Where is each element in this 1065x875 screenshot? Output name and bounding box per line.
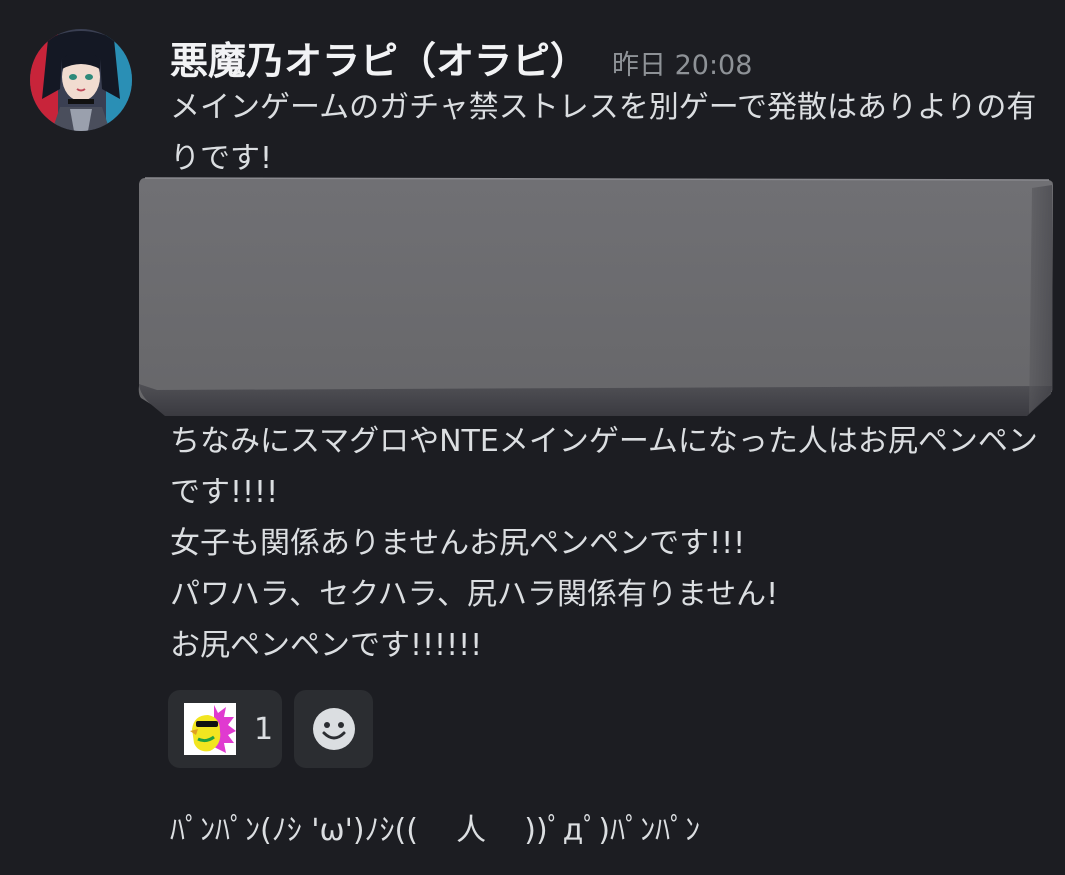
reactions-bar: 1 [168, 690, 373, 768]
next-message-text: ﾊﾟﾝﾊﾟﾝ(ﾉｼ 'ω')ﾉｼ(( 人 ))ﾟдﾟ)ﾊﾟﾝﾊﾟﾝ [170, 813, 701, 848]
reaction-count: 1 [254, 711, 274, 747]
reaction-yellow-bird[interactable]: 1 [168, 690, 282, 768]
message-text-before: メインゲームのガチャ禁ストレスを別ゲーで発散はありよりの有りです! [170, 90, 1037, 176]
message-header: 悪魔乃オラピ（オラピ） 昨日 20:08 [170, 30, 752, 83]
author-name[interactable]: 悪魔乃オラピ（オラピ） [170, 30, 588, 85]
add-reaction-button[interactable] [294, 690, 373, 768]
author-avatar[interactable] [30, 29, 132, 131]
gray-box-image-icon [138, 177, 1053, 416]
add-reaction-smiley-icon [312, 708, 355, 750]
message-text-after: ちなみにスマグロやNTEメインゲームになった人はお尻ペンペンです!!!! 女子も… [170, 424, 1038, 663]
anime-girl-avatar-icon [30, 29, 132, 131]
message-timestamp[interactable]: 昨日 20:08 [612, 43, 752, 82]
yellow-bird-sticker-icon [184, 703, 236, 755]
message-attachment[interactable] [137, 176, 1055, 418]
